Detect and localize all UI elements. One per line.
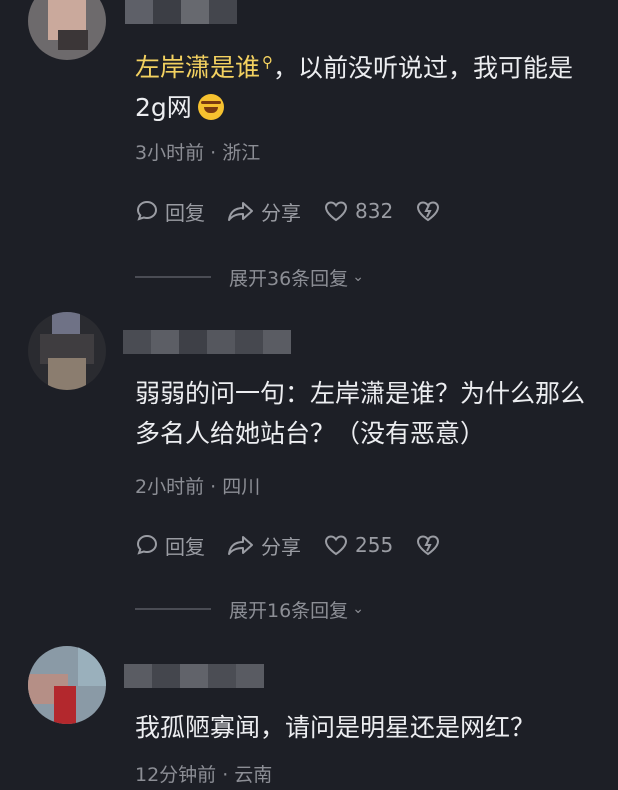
comment-meta: 12分钟前 · 云南: [135, 764, 273, 786]
comment-actions: 回复 分享 832: [135, 196, 469, 226]
dislike-icon: [417, 201, 440, 222]
expand-replies-button[interactable]: 展开16条回复 ⌄: [135, 594, 364, 624]
comment-text: 我孤陋寡闻，请问是明星还是网红？: [135, 713, 536, 742]
dislike-button[interactable]: [415, 199, 447, 223]
reply-button[interactable]: 回复: [135, 197, 205, 226]
comment-text: 弱弱的问一句：左岸潇是谁？为什么那么多名人给她站台？（没有恶意）: [135, 379, 586, 448]
laughing-emoji-icon: [197, 94, 224, 121]
dislike-icon: [417, 535, 440, 556]
like-button[interactable]: 255: [323, 533, 393, 557]
comment-text: 左岸潇是谁 ⚲，以前没听说过，我可能是2g网: [135, 53, 574, 123]
comment-actions: 回复 分享 255: [135, 530, 469, 560]
username-blurred[interactable]: [124, 664, 264, 688]
comment-icon: [136, 200, 158, 221]
search-icon[interactable]: ⚲: [262, 53, 273, 71]
comment-meta: 2小时前 · 四川: [135, 476, 261, 498]
reply-button[interactable]: 回复: [135, 531, 205, 560]
username-blurred[interactable]: [125, 0, 237, 24]
avatar[interactable]: [28, 312, 106, 390]
username-blurred[interactable]: [123, 330, 291, 354]
avatar[interactable]: [28, 646, 106, 724]
share-button[interactable]: 分享: [227, 531, 301, 560]
heart-icon: [324, 535, 348, 556]
chevron-down-icon: ⌄: [352, 601, 364, 617]
mention-link[interactable]: 左岸潇是谁 ⚲: [135, 53, 273, 82]
share-icon: [228, 536, 253, 555]
chevron-down-icon: ⌄: [352, 269, 364, 285]
share-button[interactable]: 分享: [227, 197, 301, 226]
divider: [135, 276, 211, 278]
divider: [135, 608, 211, 610]
dislike-button[interactable]: [415, 533, 447, 557]
avatar[interactable]: [28, 0, 106, 60]
share-icon: [228, 202, 253, 221]
comment-icon: [136, 534, 158, 555]
expand-replies-button[interactable]: 展开36条回复 ⌄: [135, 262, 364, 292]
comment-meta: 3小时前 · 浙江: [135, 142, 261, 164]
heart-icon: [324, 201, 348, 222]
like-button[interactable]: 832: [323, 199, 393, 223]
